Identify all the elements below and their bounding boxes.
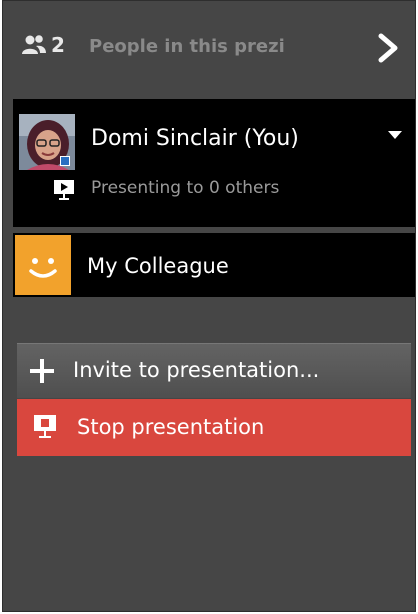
panel-title: People in this prezi <box>89 36 285 57</box>
caret-down-icon[interactable] <box>385 127 405 143</box>
invite-button[interactable]: Invite to presentation... <box>17 343 411 398</box>
stop-presentation-button[interactable]: Stop presentation <box>17 399 411 456</box>
participant-item[interactable]: My Colleague <box>13 233 415 297</box>
participant-name: My Colleague <box>87 254 229 278</box>
presentation-screen-icon <box>34 415 56 438</box>
people-panel: 2 People in this prezi Domi Sinclair (Yo… <box>2 0 416 612</box>
user-name: Domi Sinclair (You) <box>91 126 299 151</box>
smiley-face-icon <box>29 258 57 278</box>
panel-header: 2 People in this prezi <box>3 1 415 99</box>
presentation-screen-icon <box>54 180 74 200</box>
chevron-right-icon[interactable] <box>373 31 403 65</box>
invite-button-label: Invite to presentation... <box>73 358 320 382</box>
avatar-badge <box>60 156 70 166</box>
current-user-card[interactable]: Domi Sinclair (You) Presenting to 0 othe… <box>13 99 415 227</box>
plus-icon <box>30 359 54 383</box>
people-icon <box>22 35 46 54</box>
people-count: 2 <box>51 33 65 57</box>
participant-avatar <box>15 235 71 295</box>
presenting-status: Presenting to 0 others <box>91 178 280 198</box>
stop-presentation-label: Stop presentation <box>77 415 265 439</box>
